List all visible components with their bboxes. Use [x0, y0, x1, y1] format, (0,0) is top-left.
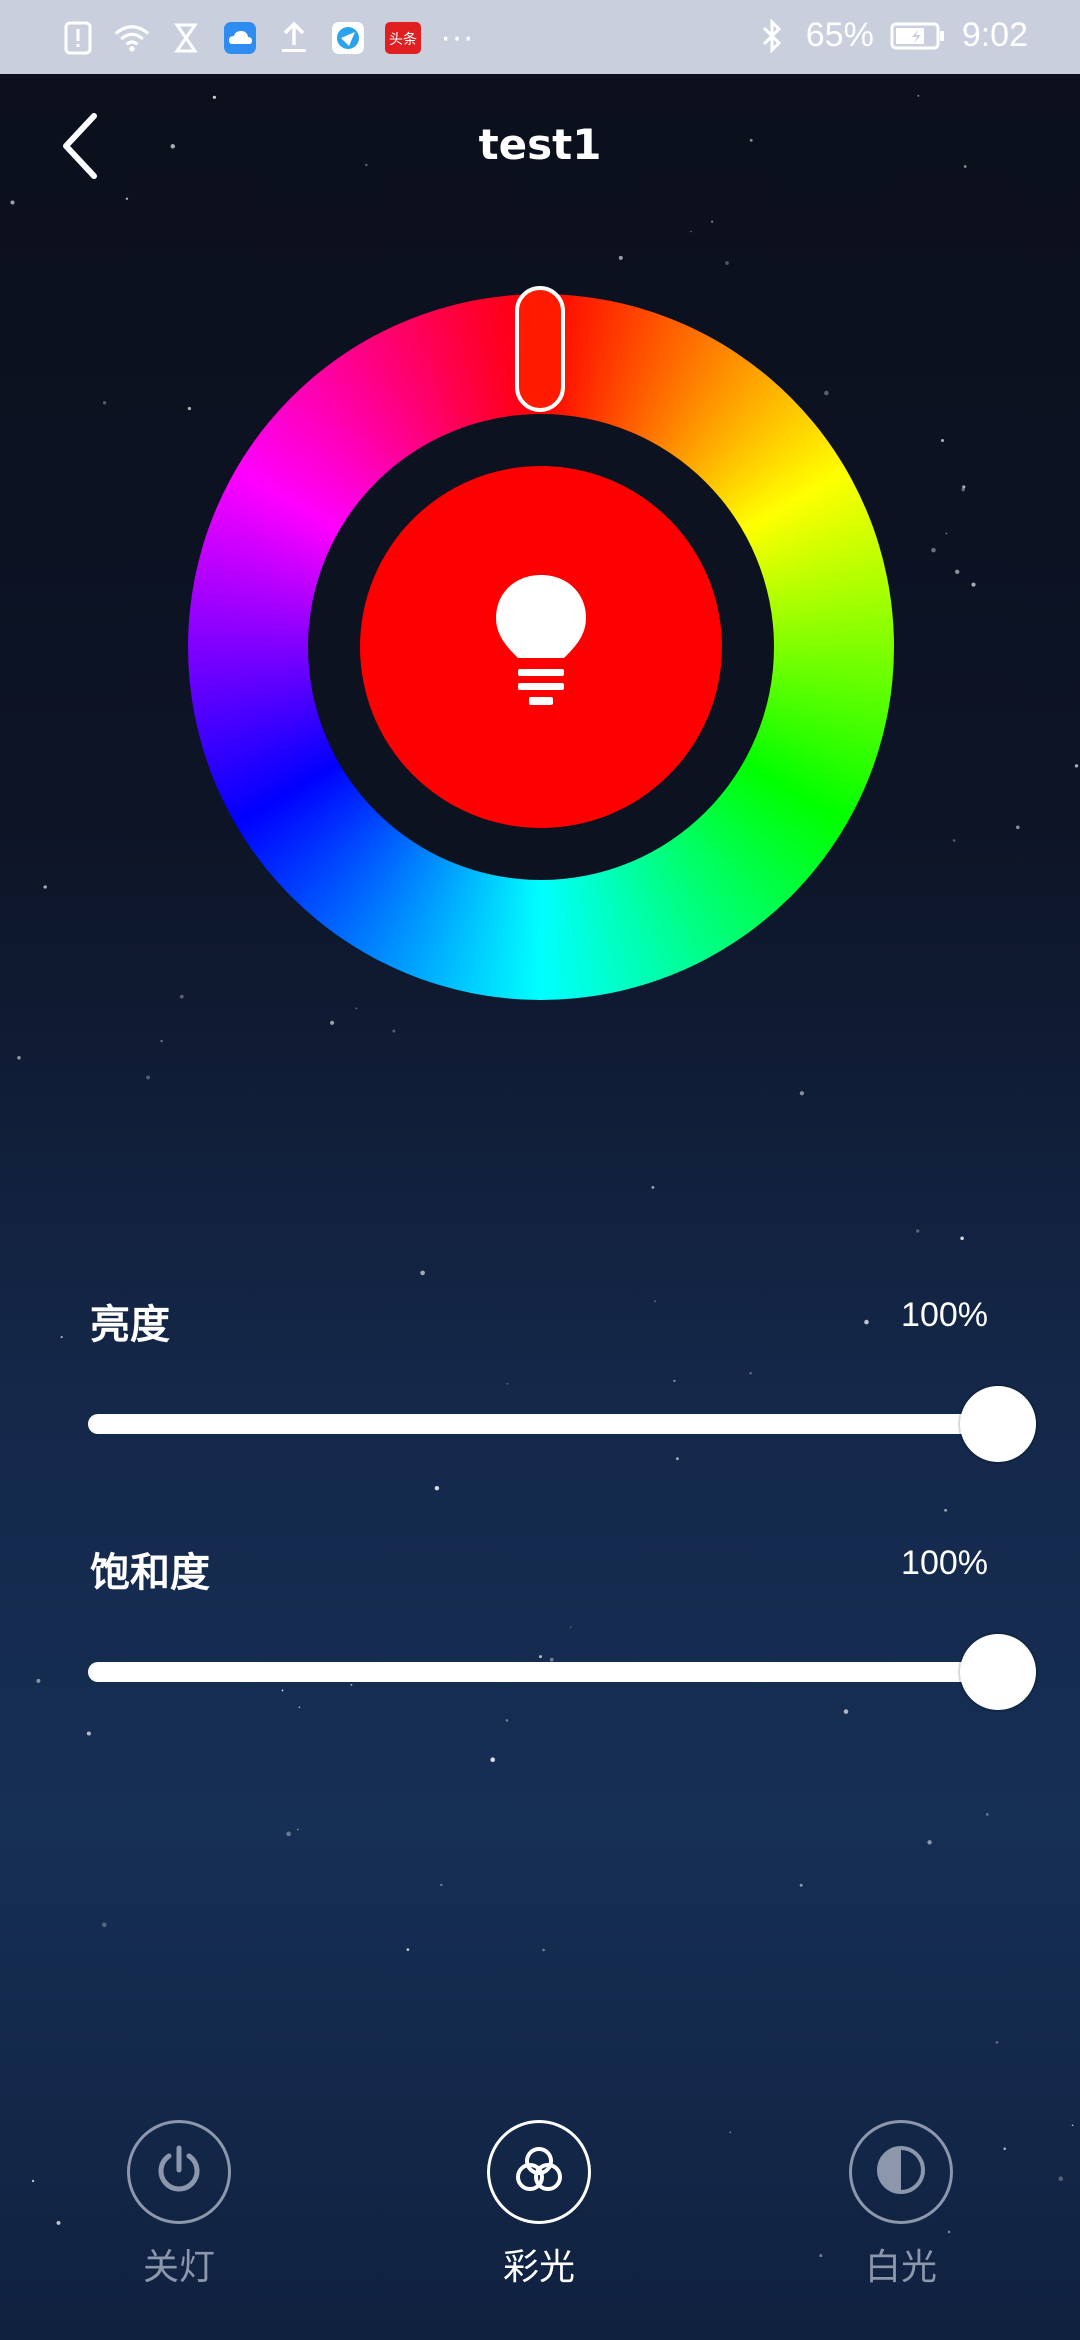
- nav-lights-off[interactable]: 关灯: [79, 2120, 279, 2290]
- star-dot: [542, 1948, 545, 1952]
- star-dot: [676, 1457, 679, 1461]
- star-dot: [654, 1300, 656, 1303]
- app-header: test1: [0, 74, 1080, 224]
- star-dot: [406, 1948, 410, 1951]
- star-dot: [960, 1236, 964, 1241]
- star-dot: [995, 2041, 999, 2044]
- color-wheel: [188, 286, 894, 1000]
- star-dot: [538, 1655, 543, 1659]
- star-dot: [86, 1731, 91, 1736]
- lightbulb-icon: [491, 570, 591, 724]
- star-dot: [843, 1709, 849, 1714]
- star-dot: [286, 1831, 291, 1837]
- star-dot: [944, 1508, 948, 1512]
- star-dot: [971, 582, 976, 587]
- star-dot: [1016, 825, 1020, 830]
- star-dot: [17, 1055, 21, 1060]
- page-title: test1: [478, 120, 602, 169]
- nav-white-light[interactable]: 白光: [801, 2120, 1001, 2290]
- star-dot: [799, 1091, 805, 1096]
- bluetooth-icon: [754, 18, 790, 54]
- star-dot: [60, 1336, 63, 1339]
- star-dot: [618, 255, 623, 260]
- star-dot: [916, 1229, 920, 1233]
- status-bar: 头条 ··· 65% 9:02: [0, 0, 1080, 74]
- star-dot: [490, 1757, 496, 1762]
- star-dot: [954, 569, 960, 575]
- star-dot: [281, 1689, 284, 1692]
- star-dot: [673, 1379, 676, 1383]
- nav-lights-off-label: 关灯: [142, 2247, 215, 2288]
- star-dot: [940, 438, 945, 443]
- browser-app-icon: [330, 20, 366, 56]
- star-dot: [420, 1270, 425, 1276]
- saturation-label: 饱和度: [90, 1550, 210, 1596]
- star-dot: [651, 1186, 655, 1189]
- star-dot: [298, 1706, 301, 1709]
- saturation-slider-thumb[interactable]: [960, 1634, 1036, 1710]
- star-dot: [355, 1007, 358, 1010]
- star-dot: [799, 1883, 803, 1887]
- star-dot: [101, 1922, 107, 1928]
- color-wheel-handle[interactable]: [515, 286, 565, 412]
- star-dot: [864, 1319, 869, 1325]
- star-dot: [945, 532, 948, 535]
- star-dot: [160, 1039, 163, 1043]
- star-dot: [43, 885, 47, 889]
- star-dot: [927, 1840, 932, 1845]
- star-dot: [179, 994, 184, 999]
- nav-color-light-label: 彩光: [502, 2247, 575, 2288]
- star-dot: [392, 1029, 396, 1033]
- color-preview-toggle[interactable]: [360, 466, 722, 828]
- star-dot: [330, 1020, 335, 1025]
- battery-percent: 65%: [805, 16, 874, 54]
- star-dot: [985, 1813, 989, 1816]
- half-circle-icon: [873, 2142, 929, 2202]
- upload-icon: [276, 20, 312, 56]
- news-app-icon: 头条: [384, 20, 422, 56]
- star-dot: [36, 1678, 41, 1683]
- nav-color-light-circle: [487, 2120, 591, 2224]
- star-dot: [749, 1372, 752, 1375]
- star-dot: [440, 1883, 443, 1887]
- hourglass-icon: [168, 20, 204, 56]
- brightness-value: 100%: [901, 1296, 988, 1334]
- nav-color-light[interactable]: 彩光: [439, 2120, 639, 2290]
- color-circles-icon: [509, 2140, 569, 2204]
- star-dot: [102, 401, 107, 405]
- star-dot: [961, 487, 965, 492]
- star-dot: [296, 1828, 299, 1831]
- star-dot: [690, 230, 692, 233]
- alert-icon: [60, 20, 96, 56]
- more-notifications: ···: [440, 18, 474, 56]
- star-dot: [962, 485, 966, 489]
- cloud-app-icon: [222, 20, 258, 56]
- brightness-slider-thumb[interactable]: [960, 1386, 1036, 1462]
- wifi-icon: [114, 20, 150, 56]
- saturation-value: 100%: [901, 1544, 988, 1582]
- clock: 9:02: [961, 16, 1028, 54]
- star-dot: [350, 1683, 353, 1686]
- news-app-label: 头条: [389, 31, 417, 48]
- power-icon: [153, 2144, 205, 2200]
- brightness-label: 亮度: [90, 1302, 170, 1348]
- bottom-navigation: 关灯 彩光 白光: [0, 2120, 1080, 2320]
- nav-white-light-label: 白光: [864, 2247, 937, 2288]
- star-dot: [952, 839, 956, 842]
- star-dot: [434, 1485, 440, 1491]
- star-dot: [725, 261, 729, 265]
- star-dot: [146, 1075, 151, 1080]
- nav-white-light-circle: [849, 2120, 953, 2224]
- saturation-slider[interactable]: [88, 1634, 1036, 1710]
- brightness-slider[interactable]: [88, 1386, 1036, 1462]
- star-dot: [505, 1719, 509, 1722]
- battery-icon: [890, 18, 946, 54]
- star-dot: [931, 547, 936, 553]
- star-dot: [1074, 764, 1079, 768]
- nav-lights-off-circle: [127, 2120, 231, 2224]
- star-dot: [569, 1626, 572, 1629]
- star-dot: [506, 1383, 509, 1385]
